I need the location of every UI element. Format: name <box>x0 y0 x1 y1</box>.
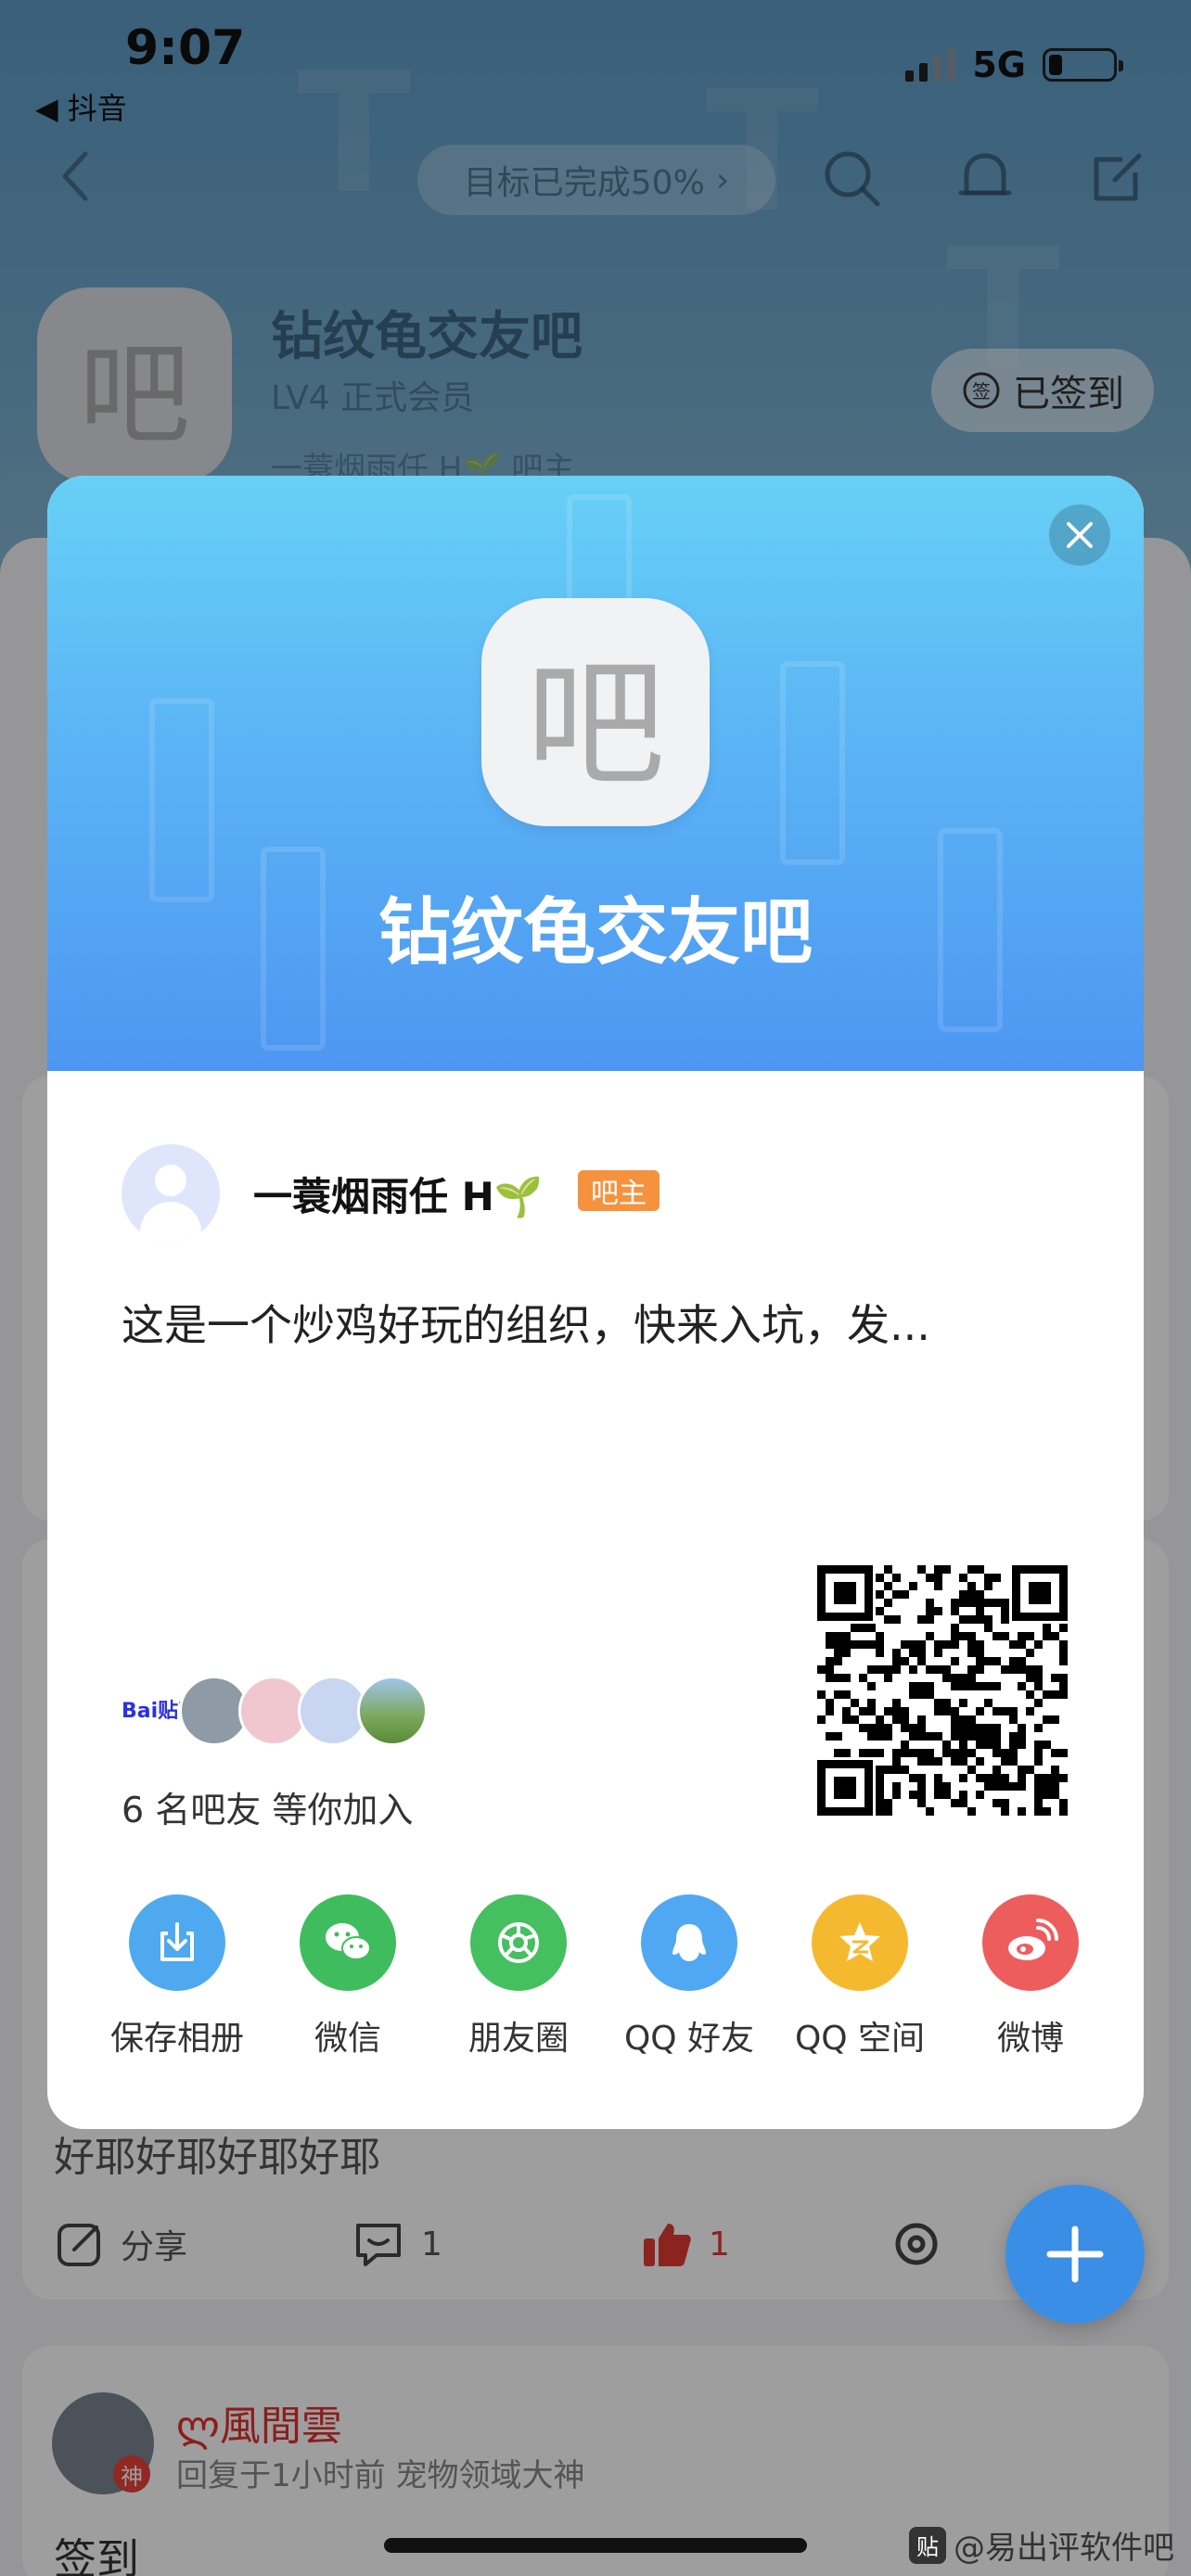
share-option-download[interactable]: 保存相册 <box>92 1894 263 2060</box>
owner-name: 一蓑烟雨任 H🌱 <box>253 1174 544 1219</box>
weibo-icon <box>982 1894 1079 1991</box>
share-avatar-char: 吧 <box>525 644 665 806</box>
share-forum-title: 钻纹龟交友吧 <box>378 891 813 975</box>
share-option-weibo[interactable]: 微博 <box>945 1894 1116 2060</box>
share-card-header: 吧 钻纹龟交友吧 <box>47 476 1144 1071</box>
watermark: 贴 @易出评软件吧 <box>909 2522 1174 2568</box>
share-option-moments[interactable]: 朋友圈 <box>433 1894 604 2060</box>
share-option-qq[interactable]: QQ 好友 <box>604 1894 775 2060</box>
share-forum-avatar: 吧 <box>481 598 710 826</box>
watermark-text: @易出评软件吧 <box>954 2530 1174 2567</box>
create-post-button[interactable] <box>1005 2185 1145 2324</box>
share-option-label: 微博 <box>996 2020 1064 2058</box>
share-option-label: 微信 <box>314 2020 381 2058</box>
close-icon <box>1067 522 1093 548</box>
share-option-label: QQ 好友 <box>623 2020 755 2058</box>
share-option-label: 朋友圈 <box>467 2020 569 2058</box>
qq-icon <box>641 1894 737 1991</box>
forum-description: 这是一个炒鸡好玩的组织，快来入坑，发... <box>122 1300 930 1350</box>
wechat-icon <box>300 1894 396 1991</box>
share-card-modal: 吧 钻纹龟交友吧 一蓑烟雨任 H🌱 吧主 这是一个炒鸡好玩的组织，快来入坑，发.… <box>47 476 1144 2129</box>
member-avatar <box>357 1676 428 1746</box>
download-icon <box>129 1894 225 1991</box>
share-option-qzone[interactable]: QQ 空间 <box>775 1894 945 2060</box>
plus-icon <box>1046 2225 1104 2283</box>
qzone-icon <box>812 1894 908 1991</box>
share-option-wechat[interactable]: 微信 <box>263 1894 433 2060</box>
decor-pattern <box>780 661 845 865</box>
members-waiting-text: 6 名吧友 等你加入 <box>122 1790 414 1830</box>
close-button[interactable] <box>1049 504 1110 566</box>
share-option-label: 保存相册 <box>109 2020 244 2058</box>
home-indicator[interactable] <box>384 2538 807 2553</box>
member-avatars: Bai贴吧 <box>122 1676 437 1746</box>
moments-icon <box>470 1894 567 1991</box>
share-option-label: QQ 空间 <box>794 2020 926 2058</box>
share-options: 保存相册 微信 朋友圈 QQ 好友 QQ 空间 微博 <box>92 1894 1118 2060</box>
owner-badge: 吧主 <box>578 1170 660 1211</box>
owner-avatar <box>122 1144 220 1243</box>
tieba-logo-icon: 贴 <box>909 2526 946 2564</box>
qr-code <box>817 1565 1068 1816</box>
decor-pattern <box>149 698 214 902</box>
